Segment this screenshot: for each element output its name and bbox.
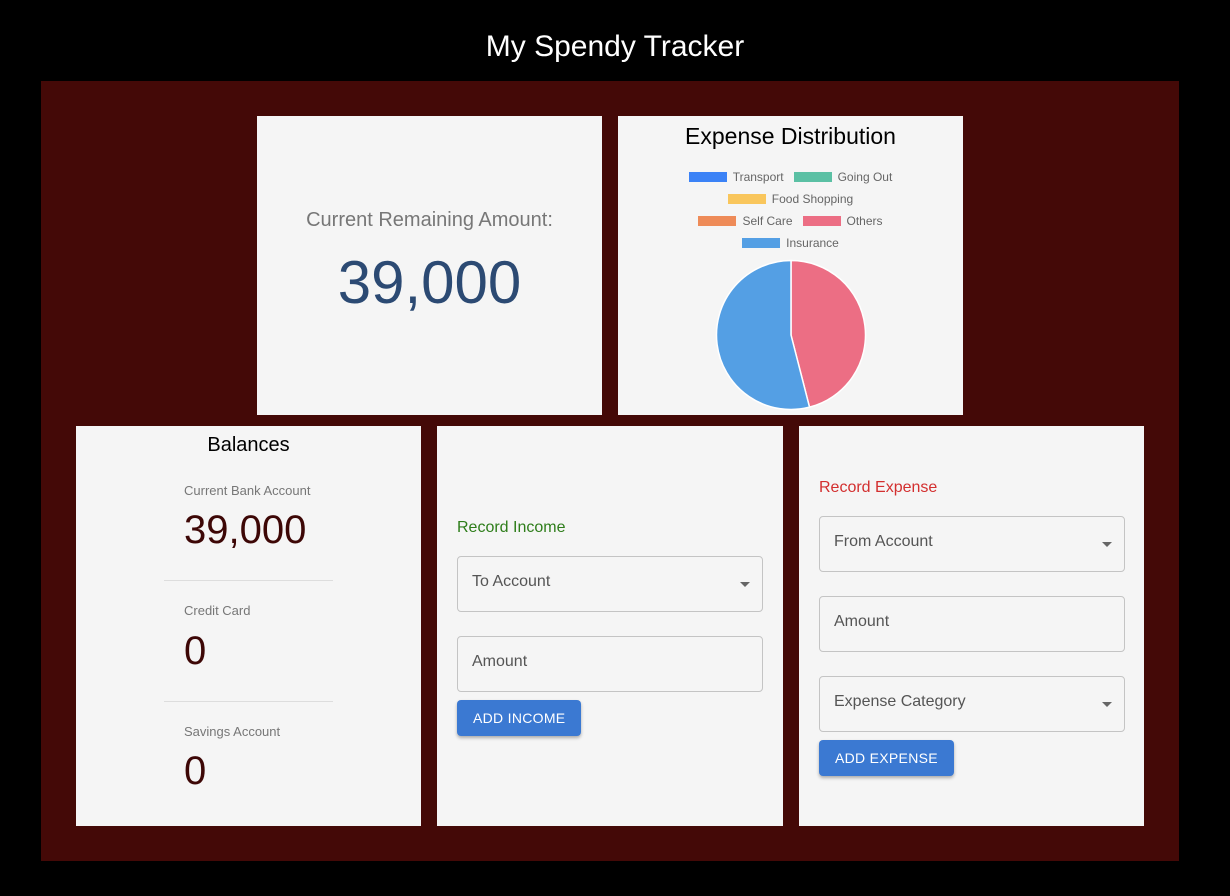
add-income-button[interactable]: ADD INCOME (457, 700, 582, 736)
record-expense-card: Record Expense From Account Amount Expen… (799, 426, 1144, 826)
dropdown-arrow-icon (1102, 702, 1112, 707)
legend-item-going-out[interactable]: Going Out (793, 170, 893, 184)
remaining-label: Current Remaining Amount: (306, 209, 553, 231)
legend-row: Transport Going Out (618, 170, 963, 184)
legend-label: Going Out (837, 170, 893, 184)
legend-label: Transport (732, 170, 784, 184)
pie-chart[interactable] (715, 259, 867, 411)
legend-item-insurance[interactable]: Insurance (742, 236, 839, 250)
legend-swatch-going-out (793, 172, 832, 182)
legend-row: Self Care Others (618, 214, 963, 228)
from-account-label: From Account (834, 533, 933, 550)
record-income-card: Record Income To Account Amount ADD INCO… (437, 426, 783, 826)
divider (164, 580, 333, 581)
legend-label: Others (846, 214, 883, 228)
record-expense-heading: Record Expense (819, 479, 938, 496)
divider (164, 701, 333, 702)
expense-chart-card: Expense Distribution Transport Going Out… (618, 116, 963, 415)
legend-swatch-transport (688, 172, 727, 182)
legend-swatch-insurance (742, 238, 781, 248)
remaining-card: Current Remaining Amount: 39,000 (257, 116, 602, 415)
app-title: My Spendy Tracker (485, 30, 745, 63)
savings-account-label: Savings Account (184, 724, 281, 739)
expense-amount-label: Amount (834, 613, 890, 630)
expense-amount-input[interactable]: Amount (819, 596, 1125, 652)
balances-title: Balances (207, 434, 290, 456)
expense-category-label: Expense Category (834, 693, 966, 710)
legend-label: Food Shopping (771, 192, 854, 206)
chart-title: Expense Distribution (685, 123, 896, 149)
income-amount-input[interactable]: Amount (457, 636, 763, 692)
legend-item-others[interactable]: Others (802, 214, 883, 228)
expense-category-select[interactable]: Expense Category (819, 676, 1125, 732)
legend-swatch-self-care (698, 216, 737, 226)
savings-account-value: 0 (184, 749, 207, 793)
credit-card-value: 0 (184, 629, 207, 673)
dashboard-container: Current Remaining Amount: 39,000 Expense… (41, 81, 1179, 861)
record-income-heading: Record Income (457, 519, 566, 536)
bank-account-value: 39,000 (184, 508, 307, 552)
legend-item-food-shopping[interactable]: Food Shopping (727, 192, 854, 206)
legend-row: Insurance (618, 236, 963, 250)
from-account-select[interactable]: From Account (819, 516, 1125, 572)
legend-label: Self Care (742, 214, 793, 228)
legend-swatch-food-shopping (727, 194, 766, 204)
legend-item-transport[interactable]: Transport (688, 170, 784, 184)
legend-item-self-care[interactable]: Self Care (698, 214, 793, 228)
income-amount-label: Amount (472, 653, 528, 670)
to-account-select[interactable]: To Account (457, 556, 763, 612)
dropdown-arrow-icon (1102, 542, 1112, 547)
dropdown-arrow-icon (740, 582, 750, 587)
remaining-value: 39,000 (337, 249, 522, 316)
legend-row: Food Shopping (618, 192, 963, 206)
credit-card-label: Credit Card (184, 603, 251, 618)
legend-label: Insurance (786, 236, 839, 250)
balances-card: Balances Current Bank Account 39,000 Cre… (76, 426, 421, 826)
add-expense-button[interactable]: ADD EXPENSE (819, 740, 954, 776)
to-account-label: To Account (472, 573, 551, 590)
bank-account-label: Current Bank Account (184, 483, 311, 498)
legend-swatch-others (802, 216, 841, 226)
